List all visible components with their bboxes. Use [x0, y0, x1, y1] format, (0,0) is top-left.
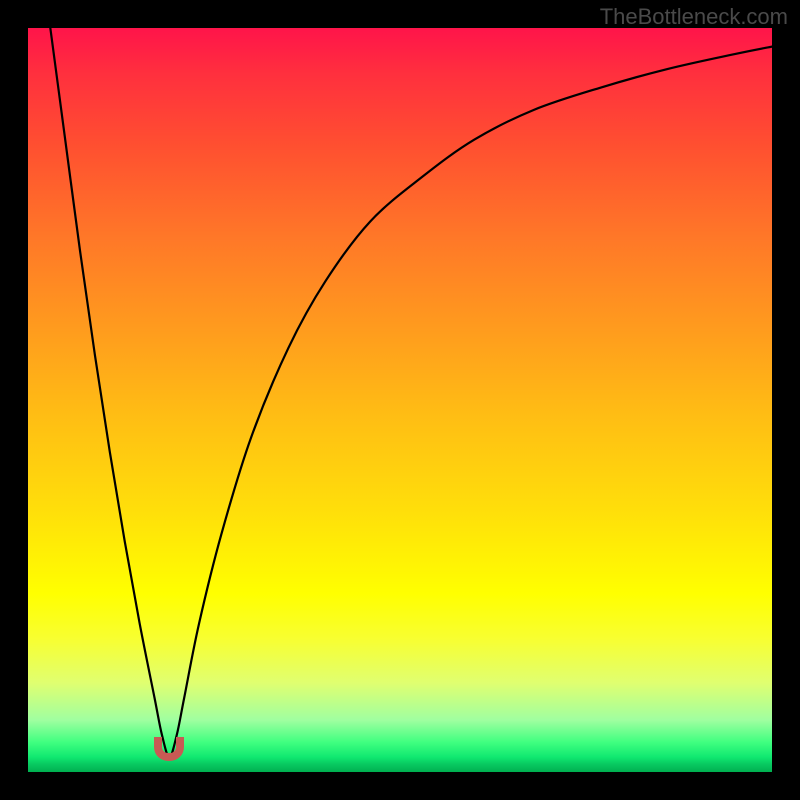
watermark-text: TheBottleneck.com [600, 4, 788, 30]
plot-area [28, 28, 772, 772]
chart-canvas: TheBottleneck.com [0, 0, 800, 800]
bottleneck-curve [28, 28, 772, 772]
